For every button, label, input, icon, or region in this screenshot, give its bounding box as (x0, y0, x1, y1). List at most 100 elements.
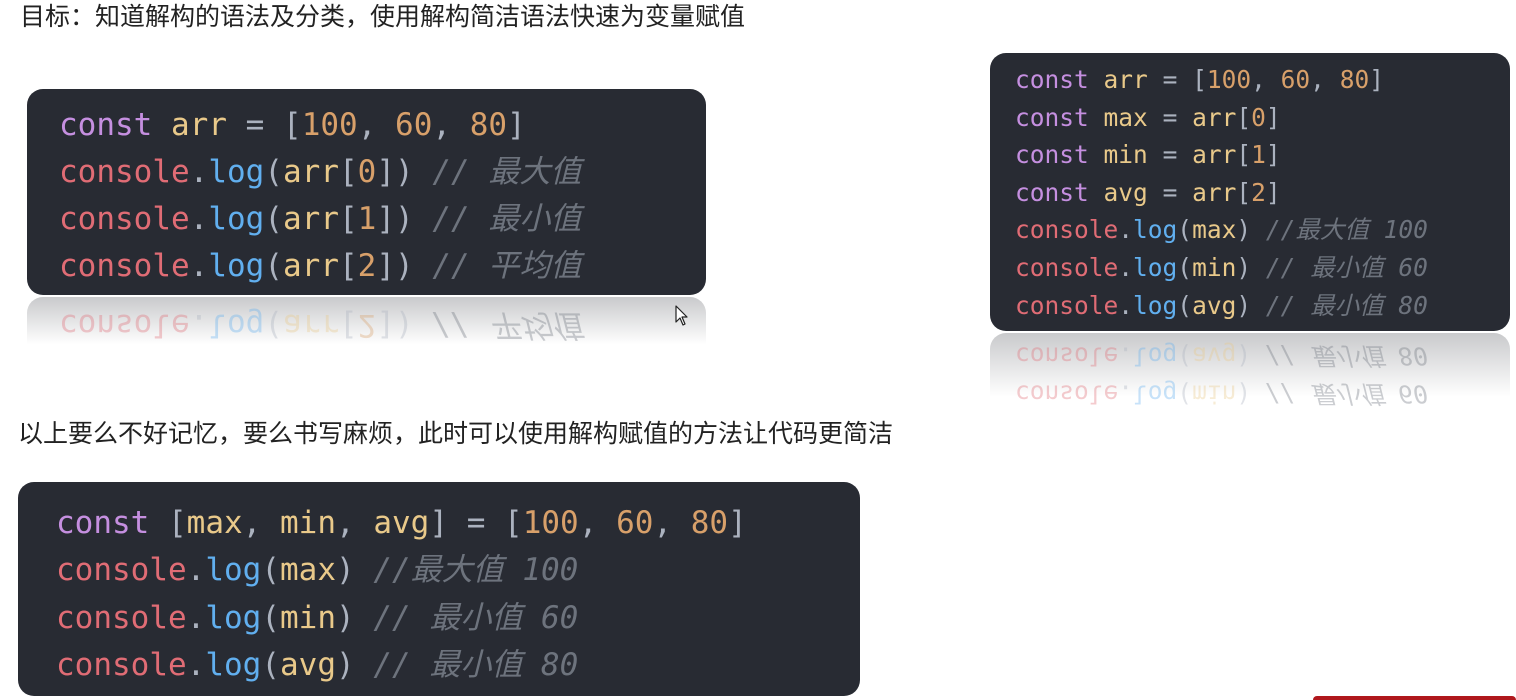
code-token: ] (1265, 140, 1281, 170)
code-token: , (653, 505, 673, 541)
code-token: const (59, 107, 153, 143)
code-token: = (1162, 140, 1178, 170)
code-token: [ (283, 107, 302, 143)
code-line: console.log(arr[2]) // 平均值 (59, 243, 706, 290)
code-block-destructuring: const [max, min, avg] = [100, 60, 80] con… (18, 482, 860, 696)
code-line: console.log(min) // 最小值 60 (1015, 375, 1510, 408)
code-token: arr (1103, 65, 1148, 94)
code-token: const (1015, 102, 1089, 132)
code-token: , (578, 505, 598, 541)
red-accent-bar (1313, 696, 1516, 700)
code-token: . (186, 599, 206, 636)
code-token: console (59, 307, 190, 343)
code-token: console (59, 201, 190, 237)
code-token: 1 (1251, 140, 1266, 170)
code-token: , (1251, 65, 1266, 94)
code-token: console (59, 154, 190, 190)
code-token: max (280, 552, 336, 589)
code-token: ( (1177, 379, 1193, 408)
code-token: 60 (616, 505, 654, 541)
code-token: , (1310, 65, 1325, 94)
code-token: , (242, 505, 262, 541)
code-line: console.log(arr[1]) // 最小值 (59, 196, 706, 243)
code-token: ] (1265, 177, 1281, 207)
code-token: = (245, 107, 265, 143)
code-token: avg (1192, 290, 1237, 320)
code-token: ( (264, 201, 283, 237)
code-token: ( (1177, 215, 1193, 245)
code-token: log (208, 201, 265, 237)
code-token: max (186, 505, 243, 541)
code-token: ] (429, 505, 449, 541)
code-line: console.log(avg) // 最小值 80 (1015, 337, 1510, 375)
code-token: min (1192, 252, 1237, 282)
code-token: ]) (376, 248, 414, 284)
code-token: ) (336, 552, 355, 589)
code-block-reflection: console.log(avg) // 最小值 80 console.log(mi… (990, 333, 1510, 408)
code-line: console.log(avg) // 最小值 80 (1015, 287, 1510, 325)
code-token: arr (1192, 140, 1237, 170)
code-line: const arr = [100, 60, 80] (59, 102, 706, 149)
code-token: 60 (1280, 65, 1311, 94)
code-token: [ (339, 154, 358, 190)
section-note: 以上要么不好记忆，要么书写麻烦，此时可以使用解构赋值的方法让代码更简洁 (18, 419, 894, 448)
code-token: = (1162, 65, 1178, 94)
code-token: log (205, 646, 262, 683)
code-token: 0 (1251, 102, 1266, 132)
code-token: ( (261, 646, 280, 683)
code-token: const (1015, 140, 1089, 170)
code-token: //最大值 100 (373, 552, 579, 589)
code-token: , (336, 505, 355, 541)
code-token: ) (1236, 341, 1252, 371)
code-token: , (432, 107, 452, 143)
code-token: const (1015, 65, 1089, 94)
code-token: // 最小值 60 (373, 599, 579, 636)
code-line: console.log(arr[0]) // 最大值 (59, 149, 706, 196)
code-token: ]) (376, 201, 414, 237)
code-token: 80 (469, 107, 508, 143)
code-token: arr (1192, 102, 1237, 132)
code-token: ( (1177, 341, 1193, 371)
code-token: 100 (301, 107, 358, 143)
code-token: [ (339, 248, 358, 284)
code-token: arr (283, 307, 339, 343)
code-token: 2 (357, 248, 377, 284)
code-token: // 最小值 80 (373, 646, 579, 683)
code-token: // 平均值 (432, 307, 582, 343)
code-block-variable-assignment: const arr = [100, 60, 80] const max = arr… (990, 53, 1510, 331)
code-token: log (208, 248, 265, 284)
code-token: [ (339, 307, 358, 343)
code-token: // 最大值 (432, 154, 582, 190)
code-token: . (1118, 379, 1134, 408)
code-block-reflection: console.log(arr[2]) // 平均值 (27, 297, 706, 353)
code-token: . (186, 646, 206, 683)
code-token: ( (264, 154, 283, 190)
code-token: ( (261, 599, 280, 636)
code-token: console (59, 248, 190, 284)
code-line: console.log(min) // 最小值 60 (56, 595, 860, 642)
code-token: ] (1369, 65, 1384, 94)
code-line: const avg = arr[2] (1015, 174, 1510, 212)
code-token: . (189, 154, 209, 190)
code-token: min (1103, 140, 1148, 170)
code-token: ( (261, 552, 280, 589)
code-token: 2 (357, 307, 377, 343)
code-token: 2 (1251, 177, 1266, 207)
